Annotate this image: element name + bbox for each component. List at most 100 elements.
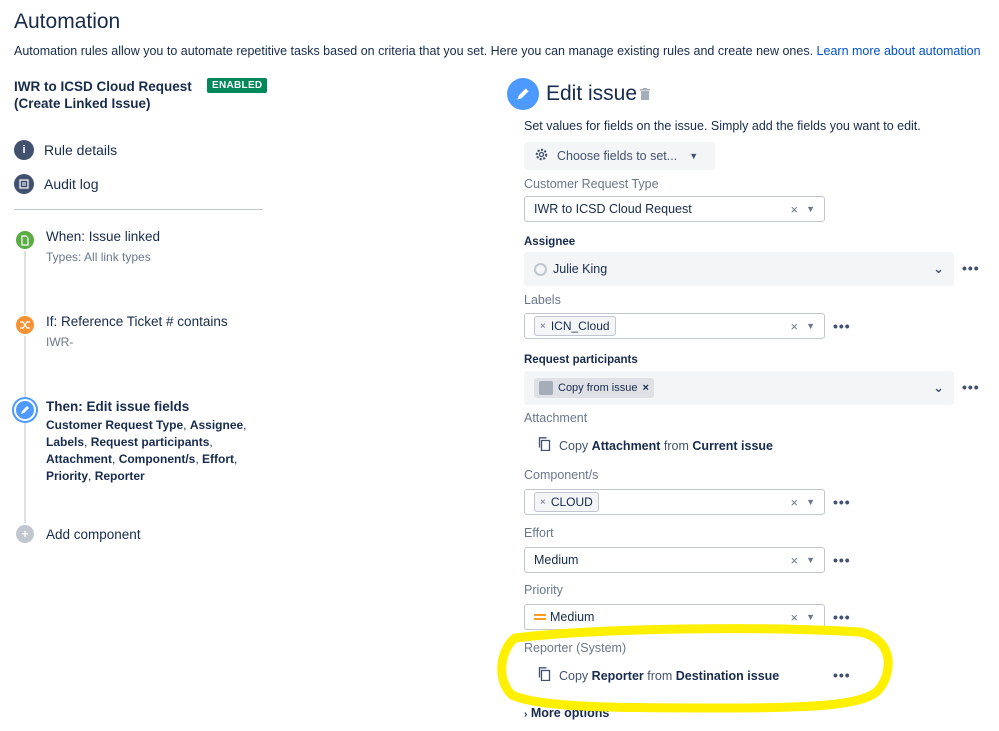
description-text: Automation rules allow you to automate r… [14, 44, 814, 58]
learn-more-link[interactable]: Learn more about automation [817, 44, 981, 58]
choose-fields-label: Choose fields to set... [557, 149, 678, 163]
audit-log-link[interactable]: Audit log [14, 174, 98, 194]
clear-icon[interactable]: × [790, 610, 798, 625]
chevron-down-icon[interactable]: ⌄ [933, 261, 944, 277]
effort-value: Medium [534, 553, 579, 567]
clear-icon[interactable]: × [790, 553, 798, 568]
label-tag-text: ICN_Cloud [550, 319, 610, 333]
step-then-fields: Customer Request Type, Assignee, Labels,… [46, 418, 247, 483]
from-text: from [663, 438, 689, 453]
participants-select[interactable]: Copy from issue × ⌄ [524, 371, 954, 405]
more-icon[interactable]: ••• [833, 552, 851, 568]
priority-label: Priority [524, 583, 563, 597]
audit-log-icon [14, 174, 34, 194]
chevron-down-icon[interactable]: ▼ [806, 204, 815, 214]
effort-select[interactable]: Medium × ▼ [524, 547, 825, 573]
effort-label: Effort [524, 526, 554, 540]
page-title: Automation [14, 10, 121, 33]
chevron-down-icon[interactable]: ▼ [806, 497, 815, 507]
trigger-icon [14, 229, 36, 251]
plus-icon: + [14, 523, 36, 545]
chevron-down-icon[interactable]: ▼ [806, 321, 815, 331]
gear-icon [534, 147, 549, 165]
more-options-toggle[interactable]: › More options [524, 706, 609, 720]
clear-icon[interactable]: × [790, 495, 798, 510]
priority-medium-icon [534, 610, 546, 624]
step-if-title: If: Reference Ticket # contains [46, 314, 228, 329]
chevron-down-icon[interactable]: ▼ [806, 555, 815, 565]
rule-name-line2: (Create Linked Issue) [14, 96, 151, 111]
remove-tag-icon[interactable]: × [540, 497, 546, 508]
component-label: Component/s [524, 468, 599, 482]
chevron-down-icon: ▼ [689, 151, 699, 161]
chevron-right-icon: › [524, 709, 528, 720]
assignee-label: Assignee [524, 236, 576, 248]
participants-label: Request participants [524, 354, 638, 366]
step-when-sub: Types: All link types [46, 250, 151, 264]
step-if[interactable]: If: Reference Ticket # contains IWR- [14, 314, 228, 349]
remove-chip-icon[interactable]: × [642, 382, 648, 394]
copy-icon [538, 667, 551, 684]
assignee-value: Julie King [553, 262, 608, 276]
labels-select[interactable]: × ICN_Cloud × ▼ [524, 313, 825, 339]
more-options-label: More options [530, 706, 610, 720]
remove-tag-icon[interactable]: × [540, 321, 546, 332]
crt-value: IWR to ICSD Cloud Request [534, 202, 692, 216]
chevron-down-icon[interactable]: ▼ [806, 612, 815, 622]
condition-icon [14, 314, 36, 336]
clear-icon[interactable]: × [790, 202, 798, 217]
add-component-label: Add component [46, 526, 141, 542]
step-then-title: Then: Edit issue fields [46, 399, 190, 414]
chevron-down-icon[interactable]: ⌄ [933, 380, 944, 396]
component-tag: × CLOUD [534, 492, 599, 512]
step-when-title: When: Issue linked [46, 229, 161, 244]
sidebar-divider [14, 209, 263, 210]
from-text: from [647, 668, 673, 683]
step-when[interactable]: When: Issue linked Types: All link types [14, 229, 160, 264]
more-icon[interactable]: ••• [833, 667, 851, 683]
audit-log-label: Audit log [44, 176, 99, 192]
step-then[interactable]: Then: Edit issue fields Customer Request… [14, 399, 256, 485]
crt-select[interactable]: IWR to ICSD Cloud Request × ▼ [524, 196, 825, 222]
avatar [534, 262, 547, 276]
choose-fields-button[interactable]: Choose fields to set... ▼ [524, 142, 715, 170]
copy-field: Attachment [591, 438, 661, 453]
participant-chip-text: Copy from issue [558, 382, 638, 394]
edit-issue-description: Set values for fields on the issue. Simp… [524, 119, 921, 133]
more-icon[interactable]: ••• [833, 318, 851, 334]
crt-label: Customer Request Type [524, 177, 659, 191]
page-description: Automation rules allow you to automate r… [14, 44, 981, 58]
enabled-badge[interactable]: ENABLED [207, 78, 268, 93]
rule-name: IWR to ICSD Cloud Request (Create Linked… [14, 78, 204, 112]
pencil-icon [14, 399, 36, 421]
attachment-copy-row[interactable]: Copy Attachment from Current issue [538, 437, 773, 454]
more-icon[interactable]: ••• [962, 260, 980, 276]
more-icon[interactable]: ••• [833, 609, 851, 625]
user-avatar-icon [539, 381, 553, 395]
trash-icon[interactable] [640, 88, 650, 103]
pencil-icon [507, 78, 539, 110]
copy-field: Reporter [591, 668, 644, 683]
copy-source: Destination issue [675, 668, 780, 683]
more-icon[interactable]: ••• [962, 379, 980, 395]
more-icon[interactable]: ••• [833, 494, 851, 510]
add-component-button[interactable]: + Add component [14, 523, 141, 545]
priority-select[interactable]: Medium × ▼ [524, 604, 825, 630]
participant-chip: Copy from issue × [534, 378, 654, 398]
component-tag-text: CLOUD [550, 495, 593, 509]
priority-value: Medium [550, 610, 595, 624]
copy-text: Copy [559, 668, 589, 683]
assignee-select[interactable]: Julie King ⌄ [524, 252, 954, 286]
rule-details-label: Rule details [44, 142, 118, 158]
reporter-label: Reporter (System) [524, 641, 627, 655]
component-select[interactable]: × CLOUD × ▼ [524, 489, 825, 515]
info-icon: i [14, 140, 34, 160]
edit-issue-title: Edit issue [546, 82, 638, 105]
reporter-copy-row[interactable]: Copy Reporter from Destination issue [538, 667, 779, 684]
clear-icon[interactable]: × [790, 319, 798, 334]
copy-text: Copy [559, 438, 589, 453]
timeline-line [24, 246, 26, 536]
copy-icon [538, 437, 551, 454]
labels-label: Labels [524, 293, 561, 307]
rule-details-link[interactable]: i Rule details [14, 140, 117, 160]
